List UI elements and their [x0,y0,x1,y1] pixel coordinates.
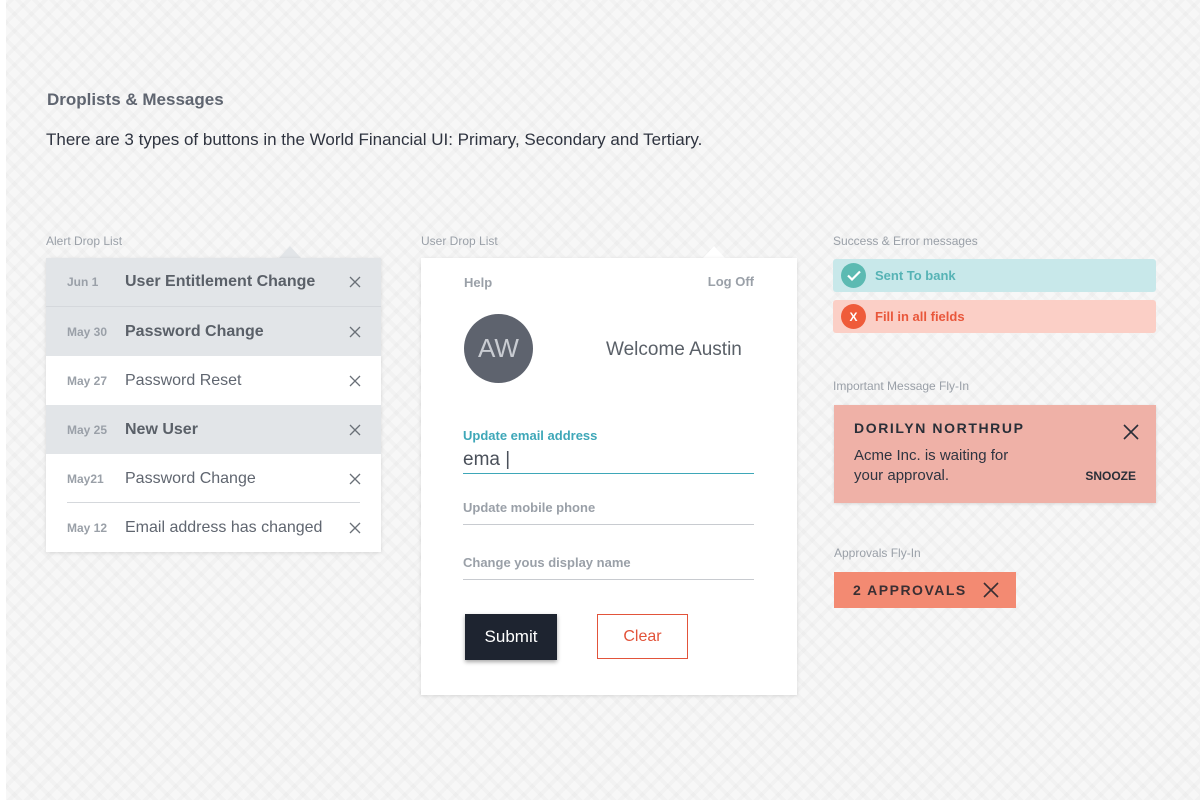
help-link[interactable]: Help [464,275,492,290]
approvals-flyin-label: Approvals Fly-In [834,546,921,560]
left-border [0,0,6,800]
flyin-message-body: Acme Inc. is waiting for your approval. [854,447,1009,484]
alert-list-caret [279,246,301,258]
important-message-flyin: DORILYN NORTHRUP Acme Inc. is waiting fo… [834,405,1156,503]
close-icon[interactable] [349,276,361,288]
check-icon [841,263,866,288]
important-flyin-label: Important Message Fly-In [833,379,970,393]
alert-list-item[interactable]: May 27 Password Reset [46,356,381,405]
close-icon[interactable] [349,522,361,534]
alert-list-item[interactable]: May 12 Email address has changed [46,503,381,552]
avatar-initials: AW [478,333,519,363]
alert-list-item[interactable]: May21 Password Change [46,454,381,503]
error-message: X Fill in all fields [833,300,1156,333]
alert-text: New User [125,420,198,438]
approvals-count-text: 2 APPROVALS [853,582,967,598]
snooze-button[interactable]: SNOOZE [1085,469,1136,483]
close-icon[interactable] [349,473,361,485]
alert-text: Password Reset [125,371,242,389]
close-icon[interactable] [983,582,999,598]
email-field-underline [463,473,754,474]
log-off-link[interactable]: Log Off [708,274,754,289]
success-message-text: Sent To bank [875,268,956,283]
alert-text: User Entitlement Change [125,273,316,290]
flyin-sender-name: DORILYN NORTHRUP [854,420,1025,436]
alert-drop-list-label: Alert Drop List [46,234,123,248]
close-icon[interactable] [349,375,361,387]
close-icon[interactable] [1123,424,1139,440]
alert-list-item[interactable]: Jun 1 User Entitlement Change [46,258,381,307]
mobile-phone-field[interactable]: Update mobile phone [463,500,754,525]
close-icon[interactable] [349,424,361,436]
display-name-field[interactable]: Change yous display name [463,555,754,580]
page-description: There are 3 types of buttons in the Worl… [46,130,703,149]
error-message-text: Fill in all fields [875,309,965,324]
alert-date: May 30 [67,324,108,339]
approvals-flyin[interactable]: 2 APPROVALS [834,572,1016,608]
email-field-group: Update email address [463,428,754,474]
alert-text: Password Change [125,322,264,340]
error-x-icon: X [841,304,866,329]
alert-text: Email address has changed [125,518,323,536]
user-drop-list-label: User Drop List [421,234,498,248]
email-field-label: Update email address [463,428,598,443]
avatar[interactable]: AW [464,314,533,383]
alert-list-item[interactable]: May 30 Password Change [46,307,381,356]
mobile-field-group[interactable]: Update mobile phone [463,500,754,525]
display-name-field-group[interactable]: Change yous display name [463,555,754,580]
alert-date: May 12 [67,520,108,535]
alert-drop-list: Jun 1 User Entitlement Change May 30 Passwo… [46,258,381,552]
alert-date: May21 [67,471,104,486]
alert-text: Password Change [125,469,256,487]
page-title: Droplists & Messages [47,90,224,109]
close-icon[interactable] [349,326,361,338]
messages-label: Success & Error messages [833,234,978,248]
alert-date: May 25 [67,422,108,437]
alert-date: Jun 1 [67,275,99,289]
alert-date: May 27 [67,373,108,388]
alert-list-item[interactable]: May 25 New User [46,405,381,454]
clear-button[interactable]: Clear [597,614,688,659]
email-field[interactable] [463,447,754,473]
success-message: Sent To bank [833,259,1156,292]
submit-button[interactable]: Submit [465,614,557,660]
user-list-caret [703,246,725,258]
user-drop-list: Help Log Off AW Welcome Austin Update em… [421,258,797,695]
welcome-text: Welcome Austin [606,339,742,360]
